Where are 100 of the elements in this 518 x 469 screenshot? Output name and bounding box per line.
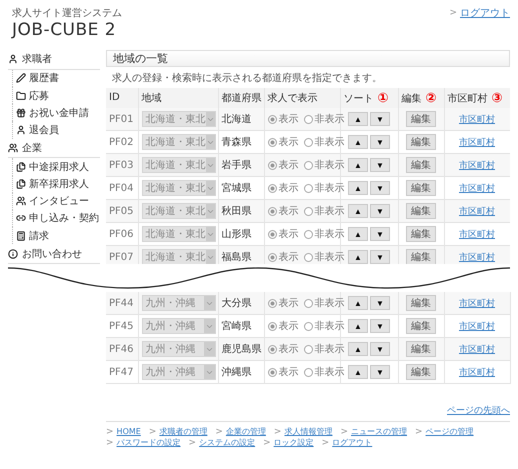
city-link[interactable]: 市区町村 xyxy=(459,344,495,354)
footer-link[interactable]: 求人情報管理 xyxy=(284,426,332,437)
column-header: 都道府県 xyxy=(222,93,262,104)
edit-button[interactable]: 編集 xyxy=(406,364,436,380)
chevron-mark: > xyxy=(106,438,114,448)
prefecture-text: 鹿児島県 xyxy=(222,344,262,355)
sort-down-button[interactable]: ▼ xyxy=(370,227,390,241)
footer-link[interactable]: 企業の管理 xyxy=(226,426,266,437)
sort-up-button[interactable]: ▲ xyxy=(348,319,368,333)
edit-button[interactable]: 編集 xyxy=(406,226,436,242)
edit-button[interactable]: 編集 xyxy=(406,111,436,127)
sort-down-button[interactable]: ▼ xyxy=(370,135,390,149)
city-link[interactable]: 市区町村 xyxy=(459,322,495,332)
sort-down-button[interactable]: ▼ xyxy=(370,319,390,333)
sort-up-button[interactable]: ▲ xyxy=(348,365,368,379)
city-link[interactable]: 市区町村 xyxy=(459,368,495,378)
footer-link[interactable]: ニュースの管理 xyxy=(351,426,408,437)
radio-label: 表示 xyxy=(278,228,298,241)
sort-up-button[interactable]: ▲ xyxy=(348,181,368,195)
radio-label: 非表示 xyxy=(314,228,344,241)
sort-up-button[interactable]: ▲ xyxy=(348,250,368,264)
edit-button[interactable]: 編集 xyxy=(406,249,436,264)
sidebar-item[interactable]: 申し込み・契約 xyxy=(12,210,100,227)
sort-up-button[interactable]: ▲ xyxy=(348,296,368,310)
sidebar-item[interactable]: インタビュー xyxy=(12,192,100,210)
sort-down-button[interactable]: ▼ xyxy=(370,181,390,195)
sort-down-button[interactable]: ▼ xyxy=(370,365,390,379)
chevron-mark: > xyxy=(188,438,196,448)
radio-label: 非表示 xyxy=(314,342,344,356)
chevron-mark: > xyxy=(274,426,282,436)
sort-down-button[interactable]: ▼ xyxy=(370,112,390,126)
sidebar-item[interactable]: 新卒採用求人 xyxy=(12,176,100,193)
sidebar-item[interactable]: 中途採用求人 xyxy=(12,158,100,176)
prefecture-text: 山形県 xyxy=(222,229,252,240)
sort-down-button[interactable]: ▼ xyxy=(370,250,390,264)
sidebar-item[interactable]: 履歴書 xyxy=(12,70,100,88)
sort-down-button[interactable]: ▼ xyxy=(370,204,390,218)
sort-down-button[interactable]: ▼ xyxy=(370,158,390,172)
footer-link[interactable]: 求職者の管理 xyxy=(159,426,208,437)
sort-down-button[interactable]: ▼ xyxy=(370,296,390,310)
sort-up-button[interactable]: ▲ xyxy=(348,227,368,241)
footer-link[interactable]: パスワードの設定 xyxy=(116,437,181,448)
chevron-mark: > xyxy=(415,426,423,436)
edit-button[interactable]: 編集 xyxy=(406,203,436,219)
sidebar-item[interactable]: 退会員 xyxy=(12,121,100,138)
sidebar-item[interactable]: お祝い金申請 xyxy=(12,104,100,122)
radio-label: 表示 xyxy=(278,366,298,379)
panel-description: 求人の登録・検索時に表示される都道府県を指定できます。 xyxy=(111,72,383,86)
edit-button[interactable]: 編集 xyxy=(406,157,436,173)
sidebar-section[interactable]: 求職者 xyxy=(8,50,100,70)
footer-link[interactable]: システムの設定 xyxy=(199,437,256,448)
prefecture-text: 福島県 xyxy=(222,252,252,263)
footer-link[interactable]: ページの管理 xyxy=(426,426,474,437)
id-text: PF44 xyxy=(109,298,134,308)
footer-link[interactable]: ログアウト xyxy=(332,437,372,448)
radio-label: 表示 xyxy=(278,296,298,310)
sort-down-button[interactable]: ▼ xyxy=(370,342,390,356)
sort-up-button[interactable]: ▲ xyxy=(348,135,368,149)
column-header: ソート xyxy=(344,93,374,104)
column-header: 市区町村 xyxy=(448,93,488,104)
radio-label: 非表示 xyxy=(314,136,344,149)
id-text: PF05 xyxy=(109,206,134,216)
chevron-mark: > xyxy=(322,438,330,448)
sidebar-item[interactable]: 応募 xyxy=(12,87,100,104)
sort-up-button[interactable]: ▲ xyxy=(348,204,368,218)
logout-link[interactable]: ログアウト xyxy=(460,6,510,20)
city-link[interactable]: 市区町村 xyxy=(459,184,495,194)
edit-button[interactable]: 編集 xyxy=(406,134,436,150)
id-text: PF06 xyxy=(109,228,134,240)
page-top-link[interactable]: ページの先頭へ xyxy=(447,404,510,417)
city-link[interactable]: 市区町村 xyxy=(459,298,495,308)
panel-title: 地域の一覧 xyxy=(106,50,510,67)
city-link[interactable]: 市区町村 xyxy=(459,230,495,240)
footer-link[interactable]: ロック設定 xyxy=(274,437,314,448)
sidebar-section[interactable]: 企業 xyxy=(8,138,100,158)
radio-label: 表示 xyxy=(278,136,298,149)
city-link[interactable]: 市区町村 xyxy=(459,160,495,170)
sidebar-section[interactable]: お問い合わせ xyxy=(8,244,100,264)
sort-up-button[interactable]: ▲ xyxy=(348,158,368,172)
city-link[interactable]: 市区町村 xyxy=(459,114,495,124)
system-subtitle: 求人サイト運営システム xyxy=(12,6,122,20)
id-text: PF02 xyxy=(109,136,134,148)
city-link[interactable]: 市区町村 xyxy=(459,138,495,148)
radio-label: 表示 xyxy=(278,112,298,126)
edit-button[interactable]: 編集 xyxy=(406,180,436,196)
edit-button[interactable]: 編集 xyxy=(406,318,436,334)
prefecture-text: 青森県 xyxy=(222,137,252,148)
sort-up-button[interactable]: ▲ xyxy=(348,112,368,126)
id-text: PF07 xyxy=(109,252,134,262)
city-link[interactable]: 市区町村 xyxy=(459,206,495,216)
id-text: PF03 xyxy=(109,160,134,170)
edit-button[interactable]: 編集 xyxy=(406,341,436,357)
sort-up-button[interactable]: ▲ xyxy=(348,342,368,356)
footer-link[interactable]: HOME xyxy=(116,427,141,436)
radio-label: 非表示 xyxy=(314,250,344,264)
sidebar-item[interactable]: 請求 xyxy=(12,227,100,244)
column-header: 求人で表示 xyxy=(268,93,318,104)
radio-label: 非表示 xyxy=(314,320,344,333)
edit-button[interactable]: 編集 xyxy=(406,295,436,311)
city-link[interactable]: 市区町村 xyxy=(459,252,495,262)
